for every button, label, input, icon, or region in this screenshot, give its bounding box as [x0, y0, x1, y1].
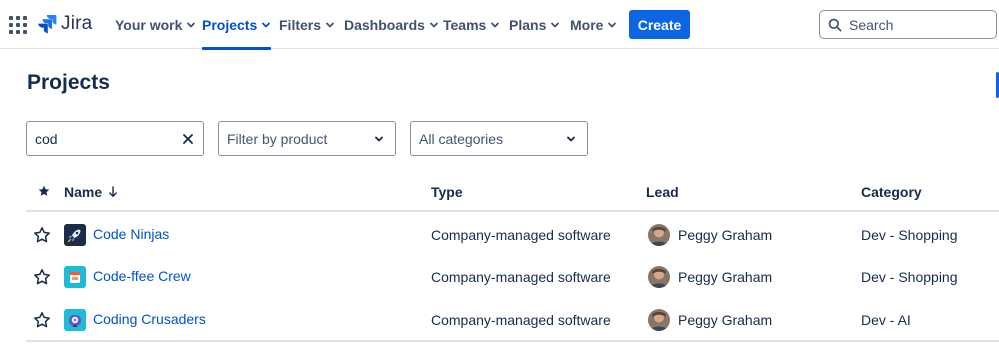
coffee-icon — [64, 266, 86, 288]
table-bottom-divider — [26, 340, 999, 342]
chevron-down-icon — [491, 22, 500, 27]
avatar[interactable] — [648, 224, 670, 246]
chevron-down-icon — [326, 22, 334, 27]
app-switcher-icon[interactable] — [9, 16, 27, 34]
rocket-icon — [64, 224, 86, 246]
project-search-field[interactable] — [26, 121, 204, 156]
nav-teams-label: Teams — [443, 16, 487, 33]
project-lead-name[interactable]: Peggy Graham — [678, 310, 772, 330]
nav-dashboards[interactable]: Dashboards — [344, 0, 439, 49]
chevron-down-icon — [608, 22, 617, 27]
star-outline-icon[interactable] — [33, 226, 51, 244]
project-name-link[interactable]: Coding Crusaders — [93, 309, 206, 329]
nav-plans[interactable]: Plans — [509, 0, 560, 49]
search-icon — [828, 18, 842, 31]
column-name-header[interactable]: Name — [64, 184, 118, 200]
star-outline-icon[interactable] — [33, 268, 51, 286]
jira-logo-icon — [38, 15, 57, 34]
project-type: Company-managed software — [431, 312, 611, 328]
nav-your-work-label: Your work — [115, 16, 183, 33]
product-filter-placeholder: Filter by product — [227, 130, 328, 147]
table-row: Code-ffee Crew Company-managed software … — [26, 256, 999, 299]
nav-more[interactable]: More — [570, 0, 617, 49]
project-category: Dev - Shopping — [861, 227, 958, 243]
project-name-link[interactable]: Code-ffee Crew — [93, 266, 191, 286]
nav-projects[interactable]: Projects — [202, 0, 272, 50]
table-row: Code Ninjas Company-managed software Peg… — [26, 213, 999, 256]
avatar[interactable] — [648, 266, 670, 288]
jira-logo[interactable]: Jira — [37, 13, 92, 35]
top-navigation: Jira Your work Projects Filters Dashboar… — [0, 0, 999, 50]
column-name-label: Name — [64, 184, 103, 200]
chevron-down-icon — [262, 22, 271, 27]
project-category: Dev - Shopping — [861, 269, 958, 285]
create-button[interactable]: Create — [629, 10, 690, 39]
project-name-link[interactable]: Code Ninjas — [93, 224, 169, 244]
page-title: Projects — [27, 71, 110, 94]
project-lead-name[interactable]: Peggy Graham — [678, 267, 772, 287]
nav-filters[interactable]: Filters — [279, 0, 335, 49]
chevron-down-icon — [563, 131, 579, 147]
sort-down-arrow-icon — [109, 186, 118, 197]
search-box[interactable] — [819, 10, 997, 39]
avatar[interactable] — [648, 309, 670, 331]
nav-dashboards-label: Dashboards — [344, 16, 425, 33]
logo-text: Jira — [61, 13, 93, 34]
project-category: Dev - AI — [861, 312, 911, 328]
table-row: Coding Crusaders Company-managed softwar… — [26, 298, 999, 341]
project-search-input[interactable] — [35, 130, 181, 147]
nav-projects-label: Projects — [202, 16, 258, 33]
star-outline-icon[interactable] — [33, 311, 51, 329]
robot-icon — [64, 309, 86, 331]
nav-plans-label: Plans — [509, 16, 547, 33]
clear-icon[interactable] — [180, 131, 195, 147]
project-lead-name[interactable]: Peggy Graham — [678, 225, 772, 245]
nav-teams[interactable]: Teams — [443, 0, 500, 49]
chevron-down-icon — [371, 131, 387, 147]
nav-your-work[interactable]: Your work — [115, 0, 196, 49]
table-header: Name Type Lead Category — [26, 171, 999, 212]
chevron-down-icon — [187, 22, 196, 27]
column-category-header[interactable]: Category — [861, 184, 922, 200]
search-input[interactable] — [849, 16, 989, 33]
nav-filters-label: Filters — [279, 16, 322, 33]
product-filter-select[interactable]: Filter by product — [218, 121, 396, 156]
nav-more-label: More — [570, 16, 604, 33]
chevron-down-icon — [551, 22, 560, 27]
column-type-header[interactable]: Type — [431, 184, 463, 200]
category-filter-value: All categories — [419, 130, 504, 147]
chevron-down-icon — [430, 22, 438, 27]
project-type: Company-managed software — [431, 227, 611, 243]
column-lead-header[interactable]: Lead — [646, 184, 679, 200]
star-column-icon — [38, 185, 50, 197]
project-type: Company-managed software — [431, 269, 611, 285]
category-filter-select[interactable]: All categories — [410, 121, 588, 156]
